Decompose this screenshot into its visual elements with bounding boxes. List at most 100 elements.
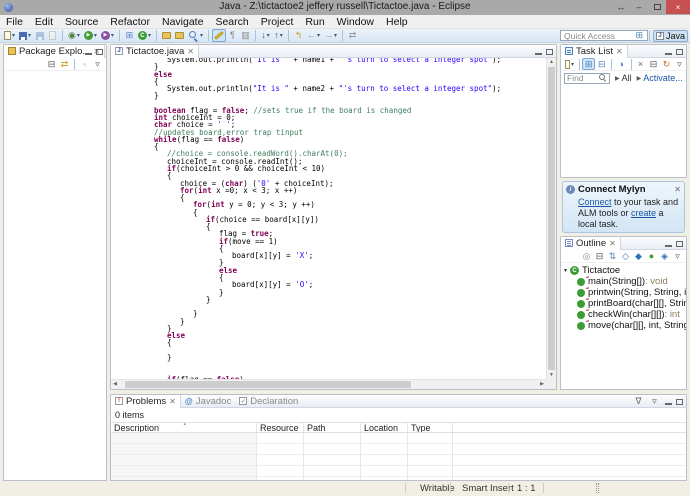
- code-line[interactable]: }: [111, 259, 546, 266]
- categorized-button[interactable]: ⊞: [582, 58, 595, 70]
- code-line[interactable]: {: [111, 209, 546, 216]
- table-row[interactable]: [111, 444, 686, 455]
- table-row[interactable]: [111, 455, 686, 466]
- run-button[interactable]: ▶▾: [82, 29, 99, 42]
- tab-outline[interactable]: Outline ✕: [561, 237, 621, 250]
- filter-all-link[interactable]: All: [622, 73, 632, 83]
- code-line[interactable]: {: [111, 339, 546, 346]
- view-menu-button[interactable]: ▿: [91, 58, 104, 70]
- last-edit-location-button[interactable]: ↰: [292, 29, 305, 42]
- view-menu-button[interactable]: ▿: [673, 58, 686, 70]
- debug-button[interactable]: ◉▾: [66, 29, 82, 42]
- search-button[interactable]: ▾: [186, 29, 205, 42]
- next-annotation-button[interactable]: ↓▾: [259, 29, 272, 42]
- minimize-button[interactable]: [665, 403, 672, 405]
- close-icon[interactable]: ✕: [674, 185, 681, 194]
- code-line[interactable]: {: [111, 194, 546, 201]
- code-line[interactable]: }: [111, 318, 546, 325]
- code-line[interactable]: System.out.println("It is " + name2 + "'…: [111, 85, 546, 92]
- column-header-type[interactable]: Type: [408, 423, 453, 432]
- close-icon[interactable]: ✕: [169, 397, 176, 406]
- find-input[interactable]: Find: [564, 73, 610, 84]
- horizontal-scrollbar[interactable]: ◀ ▶: [111, 379, 546, 389]
- minimize-button[interactable]: –: [630, 0, 648, 14]
- maximize-button[interactable]: [676, 49, 683, 55]
- menu-project[interactable]: Project: [255, 16, 300, 28]
- restore-button[interactable]: [648, 0, 666, 14]
- maximize-button[interactable]: [676, 399, 683, 405]
- new-java-project-button[interactable]: ⊞: [123, 29, 136, 42]
- outline-method-item[interactable]: checkWin(char[][]) : int: [561, 309, 686, 320]
- code-line[interactable]: }: [111, 63, 546, 70]
- code-line[interactable]: }: [111, 296, 546, 303]
- close-icon[interactable]: ✕: [187, 47, 194, 56]
- activate-link[interactable]: Activate...: [643, 73, 683, 83]
- maximize-button[interactable]: [96, 49, 103, 55]
- mylyn-link[interactable]: Connect: [578, 197, 612, 207]
- menu-edit[interactable]: Edit: [29, 16, 59, 28]
- scroll-left-icon[interactable]: ◀: [111, 380, 119, 389]
- menu-file[interactable]: File: [0, 16, 29, 28]
- new-task-button[interactable]: ▾: [563, 58, 576, 70]
- new-wizard-button[interactable]: ▾: [2, 29, 17, 42]
- column-header-description[interactable]: Description▴: [111, 423, 257, 432]
- delete-task-button[interactable]: ×: [634, 58, 647, 70]
- column-header-path[interactable]: Path: [304, 423, 361, 432]
- table-row[interactable]: [111, 466, 686, 477]
- focus-workweek-button[interactable]: ◑: [615, 58, 628, 70]
- filter-button[interactable]: ∇: [632, 395, 645, 408]
- outline-method-item[interactable]: printBoard(char[][], String, Stri: [561, 298, 686, 309]
- outline-method-item[interactable]: move(char[][], int, String, Strin: [561, 320, 686, 331]
- hide-local-types-button[interactable]: ◈: [658, 250, 671, 262]
- code-line[interactable]: if(choiceInt > 0 && choiceInt < 10): [111, 165, 546, 172]
- code-line[interactable]: if(move == 1): [111, 238, 546, 245]
- code-line[interactable]: }: [111, 289, 546, 296]
- save-button[interactable]: ▾: [17, 29, 33, 42]
- code-line[interactable]: while(flag == false): [111, 136, 546, 143]
- external-tools-button[interactable]: ▶▾: [99, 29, 116, 42]
- code-line[interactable]: for(int y = 0; y < 3; y ++): [111, 201, 546, 208]
- minimize-button[interactable]: [665, 245, 672, 247]
- code-line[interactable]: for(int x =0; x < 3; x ++): [111, 187, 546, 194]
- code-line[interactable]: [111, 347, 546, 354]
- menu-navigate[interactable]: Navigate: [156, 16, 209, 28]
- focus-active-task-button[interactable]: ◎: [580, 250, 593, 262]
- scrollbar-thumb[interactable]: [548, 67, 555, 370]
- back-button[interactable]: ←▾: [305, 29, 322, 42]
- code-line[interactable]: }: [111, 92, 546, 99]
- tab-task-list[interactable]: Task List ✕: [561, 45, 628, 58]
- minimize-button[interactable]: [665, 53, 672, 55]
- code-line[interactable]: {: [111, 223, 546, 230]
- open-type-button[interactable]: [173, 29, 186, 42]
- minimize-button[interactable]: [535, 53, 542, 55]
- code-line[interactable]: else: [111, 332, 546, 339]
- scheduled-button[interactable]: ⊟: [595, 58, 608, 70]
- scroll-up-icon[interactable]: ▲: [547, 58, 556, 66]
- link-with-editor-button[interactable]: ⇄: [58, 58, 71, 70]
- collapse-all-button[interactable]: ⊟: [593, 250, 606, 262]
- synchronize-button[interactable]: ↻: [660, 58, 673, 70]
- mylyn-link[interactable]: create: [631, 208, 656, 218]
- scroll-down-icon[interactable]: ▼: [547, 371, 556, 379]
- link-with-editor-button[interactable]: ⇄: [346, 29, 359, 42]
- hide-static-members-button[interactable]: ◆: [632, 250, 645, 262]
- forward-button[interactable]: →▾: [322, 29, 339, 42]
- hide-non-public-button[interactable]: ●: [645, 250, 658, 262]
- code-line[interactable]: board[x][y] = 'O';: [111, 281, 546, 288]
- code-line[interactable]: System.out.println("It is " + name1 + "'…: [111, 58, 546, 63]
- tab-javadoc[interactable]: @ Javadoc: [181, 395, 235, 408]
- close-icon[interactable]: ✕: [609, 239, 616, 248]
- outline-root-item[interactable]: ▾ C Tictactoe: [561, 265, 686, 276]
- show-whitespace-button[interactable]: ¶: [226, 29, 239, 42]
- tab-problems[interactable]: ! Problems ✕: [111, 395, 181, 408]
- menu-help[interactable]: Help: [380, 16, 414, 28]
- expand-arrow-icon[interactable]: ▾: [561, 267, 570, 274]
- outline-method-item[interactable]: main(String[]) : void: [561, 276, 686, 287]
- table-row[interactable]: [111, 477, 686, 480]
- close-button[interactable]: ×: [666, 0, 690, 14]
- menu-window[interactable]: Window: [331, 16, 380, 28]
- view-menu-button[interactable]: ▿: [648, 395, 661, 408]
- code-line[interactable]: board[x][y] = 'X';: [111, 252, 546, 259]
- sort-button[interactable]: ⇅: [606, 250, 619, 262]
- open-perspective-button[interactable]: ⊞: [632, 30, 646, 42]
